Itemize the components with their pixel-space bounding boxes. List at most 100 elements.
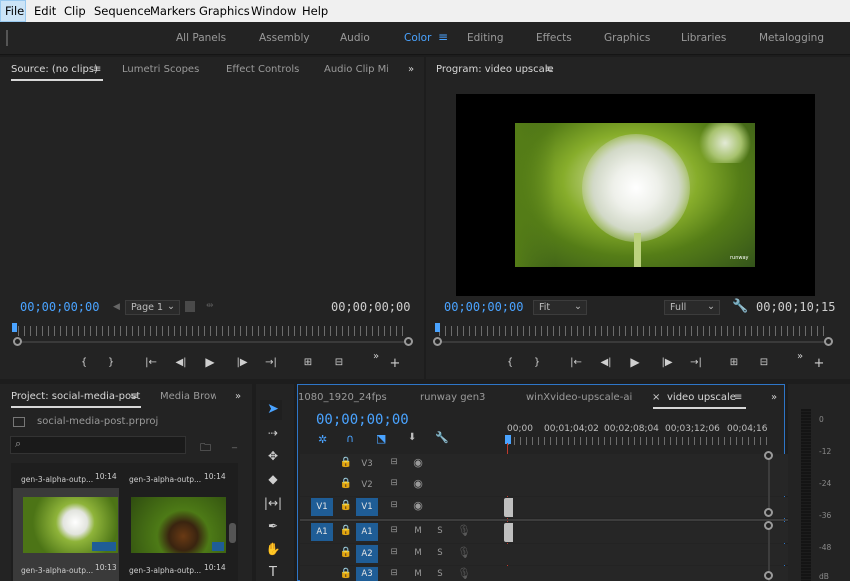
video-clip[interactable]	[504, 498, 513, 517]
lock-icon[interactable]: 🔒	[338, 547, 354, 558]
collapse-icon[interactable]: _	[232, 438, 237, 449]
tab-winxvideo[interactable]: winXvideo-upscale-ai	[526, 392, 632, 403]
go-to-out-icon[interactable]: →|	[263, 356, 279, 370]
program-add-button-icon[interactable]: +	[811, 357, 827, 371]
timeline-timecode[interactable]: 00;00;00;00	[316, 412, 409, 428]
tab-program[interactable]: Program: video upscale	[436, 64, 554, 75]
program-menu-icon[interactable]: ≡	[545, 64, 553, 75]
video-scroll-handle-bottom[interactable]	[764, 508, 773, 517]
snap-magnet-icon[interactable]: ∩	[346, 432, 354, 445]
solo-button[interactable]: S	[432, 569, 448, 579]
lift-icon[interactable]: ⊞	[726, 356, 742, 370]
menu-file[interactable]: File	[5, 4, 24, 18]
workspace-effects[interactable]: Effects	[536, 32, 572, 44]
program-timecode[interactable]: 00;00;00;00	[444, 300, 523, 314]
menu-help[interactable]: Help	[302, 4, 328, 18]
program-zoom-handle-left[interactable]	[433, 337, 442, 346]
timeline-overflow-icon[interactable]: »	[771, 392, 777, 403]
lock-icon[interactable]: 🔒	[338, 478, 354, 489]
menu-edit[interactable]: Edit	[34, 4, 56, 18]
track-target-a1[interactable]: A1	[356, 523, 378, 541]
tab-media-browser[interactable]: Media Brows	[160, 391, 216, 402]
workspace-color[interactable]: Color	[404, 32, 431, 44]
step-back-icon[interactable]: ◀|	[173, 356, 189, 370]
tab-video-upscale[interactable]: video upscale	[667, 392, 736, 403]
track-target-v1[interactable]: V1	[356, 498, 378, 516]
workspace-assembly[interactable]: Assembly	[259, 32, 310, 44]
eye-icon[interactable]: ◉	[410, 499, 426, 512]
solo-button[interactable]: S	[432, 526, 448, 536]
timeline-settings-wrench-icon[interactable]: 🔧	[435, 431, 449, 444]
play-icon[interactable]: ▶	[202, 355, 218, 369]
mute-button[interactable]: M	[410, 526, 426, 536]
program-step-forward-icon[interactable]: |▶	[659, 356, 675, 370]
tab-lumetri-scopes[interactable]: Lumetri Scopes	[122, 64, 199, 75]
program-zoom-bar[interactable]	[439, 341, 829, 343]
tab-audio-clip-mixer[interactable]: Audio Clip Mixi	[324, 64, 388, 75]
zoom-handle-left[interactable]	[13, 337, 22, 346]
tab-project[interactable]: Project: social-media-post	[11, 391, 140, 402]
project-overflow-icon[interactable]: »	[235, 391, 241, 402]
program-video-frame[interactable]: runway	[456, 94, 815, 296]
track-target-a2[interactable]: A2	[356, 545, 378, 563]
page-icon[interactable]	[185, 301, 195, 312]
hand-tool-icon[interactable]: ✋	[263, 542, 283, 560]
video-scrollbar[interactable]	[768, 455, 770, 510]
eye-icon[interactable]: ◉	[410, 456, 426, 469]
menu-window[interactable]: Window	[251, 4, 296, 18]
linked-selection-icon[interactable]: ⬔	[376, 432, 386, 445]
workspace-graphics[interactable]: Graphics	[604, 32, 650, 44]
nest-icon[interactable]: ✲	[318, 433, 327, 446]
insert-icon[interactable]: ⊞	[300, 356, 316, 370]
tab-source[interactable]: Source: (no clips)	[11, 64, 98, 75]
add-button-icon[interactable]: +	[387, 357, 403, 371]
sync-icon[interactable]: ⊟	[386, 457, 402, 467]
type-tool-icon[interactable]: T	[263, 565, 283, 581]
menu-graphics[interactable]: Graphics	[199, 4, 250, 18]
audio-clip[interactable]	[504, 523, 513, 542]
source-zoom-bar[interactable]	[18, 341, 408, 343]
workspace-editing[interactable]: Editing	[467, 32, 504, 44]
source-patch-a1[interactable]: A1	[311, 523, 333, 541]
project-menu-icon[interactable]: ≡	[130, 391, 138, 402]
more-controls-icon[interactable]: »	[368, 350, 384, 364]
track-select-tool-icon[interactable]: ⇢	[263, 426, 283, 444]
slip-tool-icon[interactable]: |↔|	[263, 496, 283, 514]
overwrite-icon[interactable]: ⊟	[331, 356, 347, 370]
tab-sequence-1080[interactable]: 1080_1920_24fps	[298, 392, 387, 403]
workspace-metalogging[interactable]: Metalogging	[759, 32, 824, 44]
tab-menu-icon[interactable]: ≡	[93, 64, 101, 75]
pen-tool-icon[interactable]: ✒	[263, 519, 283, 537]
clip-thumbnail-seedling[interactable]	[131, 497, 226, 553]
program-go-to-out-icon[interactable]: →|	[688, 356, 704, 370]
source-patch-v1[interactable]: V1	[311, 498, 333, 516]
lock-icon[interactable]: 🔒	[338, 568, 354, 579]
sync-icon[interactable]: ⊟	[386, 500, 402, 510]
workspace-all-panels[interactable]: All Panels	[176, 32, 226, 44]
mark-out-button[interactable]: }	[103, 356, 119, 370]
overflow-chevron-icon[interactable]: »	[408, 64, 414, 75]
program-playhead[interactable]	[435, 323, 440, 332]
voiceover-mic-icon[interactable]: 🎙	[456, 567, 472, 580]
sync-icon[interactable]: ⊟	[386, 547, 402, 557]
lock-icon[interactable]: 🔒	[338, 457, 354, 468]
sync-icon[interactable]: ⊟	[386, 478, 402, 488]
lock-icon[interactable]: 🔒	[338, 525, 354, 536]
close-tab-icon[interactable]: ×	[652, 392, 660, 403]
audio-scroll-handle-top[interactable]	[764, 521, 773, 530]
step-forward-icon[interactable]: |▶	[234, 356, 250, 370]
track-target-a3[interactable]: A3	[356, 567, 378, 581]
lock-icon[interactable]: 🔒	[338, 500, 354, 511]
clip-thumbnail-dandelion[interactable]	[23, 497, 118, 553]
eye-icon[interactable]: ◉	[410, 477, 426, 490]
voiceover-mic-icon[interactable]: 🎙	[456, 546, 472, 559]
prev-page-icon[interactable]: ◀	[113, 302, 120, 312]
split-icon[interactable]: ⇹	[206, 301, 214, 311]
audio-scroll-handle-bottom[interactable]	[764, 571, 773, 580]
razor-tool-icon[interactable]: ◆	[263, 472, 283, 490]
page-dropdown[interactable]: Page 1 ⌄	[125, 300, 180, 315]
wrench-icon[interactable]: 🔧	[732, 299, 748, 314]
new-bin-icon[interactable]: 🗀	[200, 439, 211, 458]
mute-button[interactable]: M	[410, 569, 426, 579]
menu-markers[interactable]: Markers	[150, 4, 196, 18]
